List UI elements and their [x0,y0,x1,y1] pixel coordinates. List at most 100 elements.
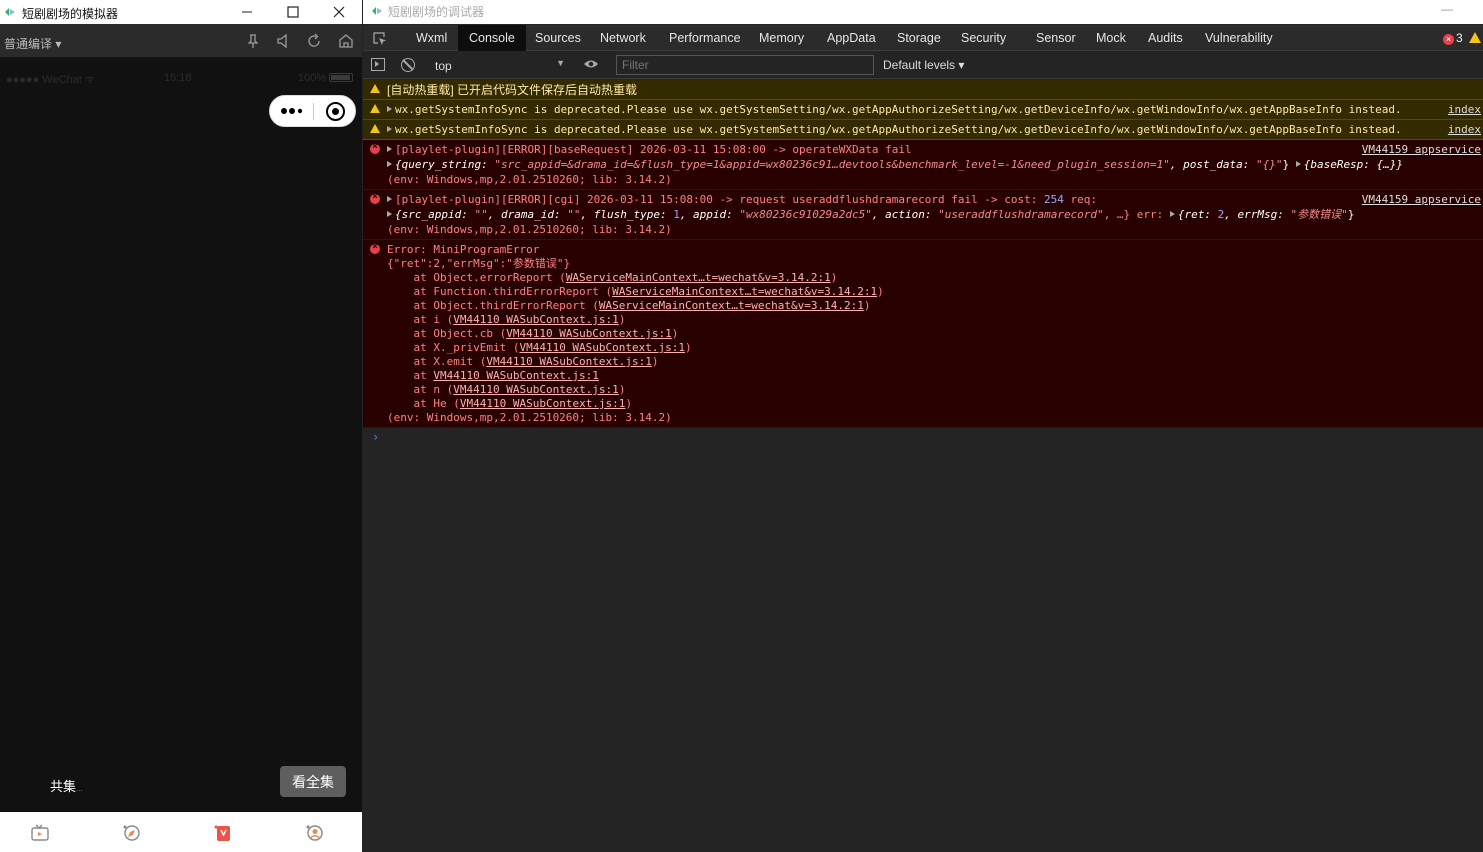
home-icon[interactable] [337,32,355,50]
message-source-link[interactable]: index [1448,103,1481,116]
pin-icon[interactable] [244,32,262,50]
devtools-window: 短剧剧场的调试器 — Wxml Console Sources Network … [363,0,1483,852]
console-object-preview[interactable]: {src_appid: "", drama_id: "", flush_type… [387,208,1483,223]
console-prompt-icon: › [372,430,380,444]
message-source-link[interactable]: index [1448,123,1481,136]
minimize-button[interactable] [224,0,270,24]
console-error: [playlet-plugin][ERROR][baseRequest] 202… [363,140,1483,190]
tab-console[interactable]: Console [458,25,526,51]
tab-network[interactable]: Network [592,25,654,51]
console-object-preview[interactable]: {query_string: "src_appid=&drama_id=&flu… [387,158,1483,173]
stack-frame-link[interactable]: WAServiceMainContext…t=wechat&v=3.14.2:1 [599,299,864,312]
console-prompt-row[interactable]: › [363,428,1483,448]
error-count-badge[interactable]: × 3 [1443,31,1463,45]
devtools-minimize-icon[interactable]: — [1441,2,1453,16]
console-message-text: wx.getSystemInfoSync is deprecated.Pleas… [387,103,1483,117]
stack-frame: at i (VM44110 WASubContext.js:1) [387,313,626,326]
battery-icon [329,73,353,82]
stack-frame-link[interactable]: VM44110 WASubContext.js:1 [453,383,619,396]
live-expression-eye-icon[interactable] [583,59,599,69]
rotate-icon[interactable] [305,32,323,50]
inspect-element-icon[interactable] [372,31,387,46]
log-levels-select[interactable]: Default levels ▾ [883,58,964,72]
close-button[interactable] [316,0,362,24]
stack-frame: at Object.cb (VM44110 WASubContext.js:1) [387,327,679,340]
warning-badge-icon[interactable] [1469,32,1481,43]
stack-frame: at X._privEmit (VM44110 WASubContext.js:… [387,341,692,354]
tab-sensor[interactable]: Sensor [1028,25,1084,51]
devtools-title: 短剧剧场的调试器 [388,5,485,19]
simulator-title: 短剧剧场的模拟器 [22,7,119,21]
tab-vulnerability[interactable]: Vulnerability [1197,25,1281,51]
stack-frame-link[interactable]: VM44110 WASubContext.js:1 [506,327,672,340]
console-error: Error: MiniProgramError {"ret":2,"errMsg… [363,240,1483,428]
devtools-titlebar: 短剧剧场的调试器 — [363,0,1483,24]
wechat-devtools-logo-icon [5,8,15,16]
message-source-link[interactable]: VM44159 appservice [1362,143,1481,156]
stack-frame-link[interactable]: WAServiceMainContext…t=wechat&v=3.14.2:1 [612,285,877,298]
watch-all-button[interactable]: 看全集 [280,766,346,797]
context-select[interactable]: top ▼ [427,56,569,75]
compile-mode-select[interactable]: 普通编译 ▾ [4,35,61,52]
minimize-icon [242,11,252,13]
console-message-text: [playlet-plugin][ERROR][cgi] 2026-03-11 … [387,193,1483,208]
episode-label-text: 共集 [50,779,77,794]
stack-frame-link[interactable]: VM44110 WASubContext.js:1 [453,313,619,326]
tab-appdata[interactable]: AppData [819,25,884,51]
stack-frame-link[interactable]: VM44110 WASubContext.js:1 [433,369,599,382]
stack-frame: at Function.thirdErrorReport (WAServiceM… [387,285,884,298]
volume-icon[interactable] [274,32,292,50]
favorites-tab-icon[interactable] [213,824,235,842]
status-time: 15:18 [164,72,192,84]
tab-sources[interactable]: Sources [527,25,589,51]
stack-frame: at Object.errorReport (WAServiceMainCont… [387,271,838,284]
console-message-text: [playlet-plugin][ERROR][baseRequest] 202… [387,143,1483,158]
stack-frame-link[interactable]: VM44110 WASubContext.js:1 [486,355,652,368]
error-count: 3 [1456,31,1463,45]
maximize-button[interactable] [270,0,316,24]
console-env-line: (env: Windows,mp,2.01.2510260; lib: 3.14… [387,411,672,424]
console-filter-input[interactable] [616,55,874,75]
tab-audits[interactable]: Audits [1140,25,1191,51]
message-source-link[interactable]: VM44159 appservice [1362,193,1481,206]
stack-frame: at VM44110 WASubContext.js:1 [387,369,599,382]
tab-storage[interactable]: Storage [889,25,949,51]
error-icon [370,141,380,154]
capsule-divider [313,103,314,120]
console-toolbar: top ▼ Default levels ▾ [363,52,1483,79]
simulator-titlebar: 短剧剧场的模拟器 [0,0,362,24]
tab-performance[interactable]: Performance [661,25,749,51]
warning-icon [370,104,380,113]
tab-mock[interactable]: Mock [1088,25,1134,51]
console-message-text: [自动热重载] 已开启代码文件保存后自动热重载 [387,83,638,97]
tab-memory[interactable]: Memory [751,25,812,51]
show-sidebar-icon[interactable] [371,58,385,71]
phone-tab-bar [0,812,362,852]
error-icon [370,241,380,254]
stack-frame-link[interactable]: WAServiceMainContext…t=wechat&v=3.14.2:1 [566,271,831,284]
stack-frame: at He (VM44110 WASubContext.js:1) [387,397,633,410]
episode-count-label: 共集... [50,776,83,795]
tab-wxml[interactable]: Wxml [408,25,455,51]
console-error: [playlet-plugin][ERROR][cgi] 2026-03-11 … [363,190,1483,240]
phone-status-bar: ●●●●● WeChat ᯤ 15:18 100% [0,72,362,86]
console-warning: [自动热重载] 已开启代码文件保存后自动热重载 [363,80,1483,100]
clear-console-icon[interactable] [401,58,415,72]
stack-frame: at X.emit (VM44110 WASubContext.js:1) [387,355,659,368]
stack-frame-link[interactable]: VM44110 WASubContext.js:1 [460,397,626,410]
console-warning: wx.getSystemInfoSync is deprecated.Pleas… [363,120,1483,140]
simulator-window: 短剧剧场的模拟器 普通编译 ▾ ●●●●● WeChat ᯤ 15:18 100… [0,0,362,852]
theater-tab-icon[interactable] [30,824,52,842]
devtools-tab-bar: Wxml Console Sources Network Performance… [363,25,1483,51]
more-dots-icon[interactable] [280,104,304,118]
discover-tab-icon[interactable] [121,824,143,842]
phone-screen: ●●●●● WeChat ᯤ 15:18 100% 共集... 看全集 [0,58,362,812]
warning-icon [370,84,380,93]
stack-frame-link[interactable]: VM44110 WASubContext.js:1 [519,341,685,354]
profile-tab-icon[interactable] [304,824,326,842]
screen: 短剧剧场的模拟器 普通编译 ▾ ●●●●● WeChat ᯤ 15:18 100… [0,0,1483,852]
console-env-line: (env: Windows,mp,2.01.2510260; lib: 3.14… [387,223,672,236]
close-miniprogram-icon[interactable] [326,102,345,121]
tab-security[interactable]: Security [953,25,1014,51]
dropdown-arrow-icon: ▼ [556,58,565,68]
